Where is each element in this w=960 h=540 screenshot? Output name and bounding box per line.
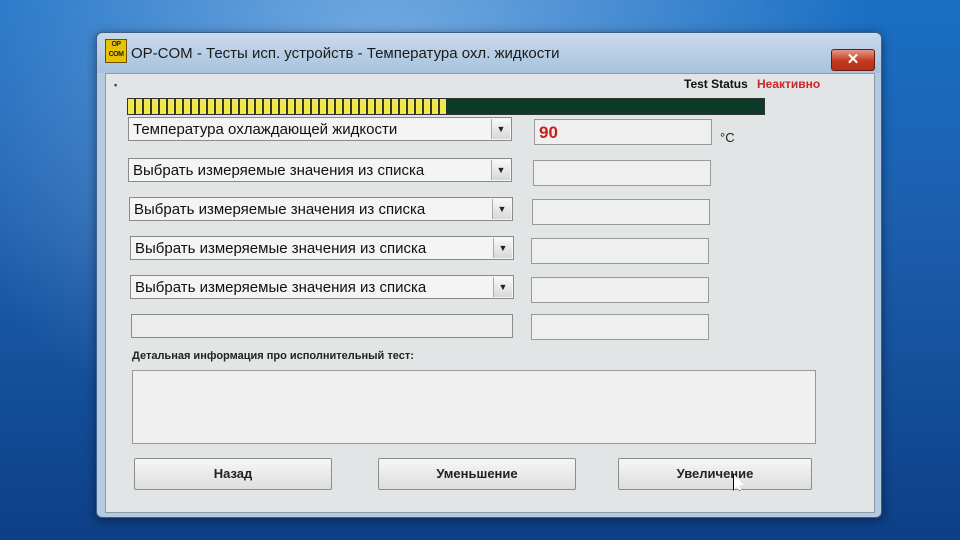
chevron-down-icon[interactable]: ▼ [493,277,512,297]
close-button[interactable]: ✕ [831,49,875,71]
measure-value-4 [531,238,709,264]
measure-select-label: Выбрать измеряемые значения из списка [134,201,426,218]
measure-select-1[interactable]: Температура охлаждающей жидкости ▼ [128,117,512,141]
window-title: OP-COM - Тесты исп. устройств - Температ… [131,45,560,62]
measure-select-2[interactable]: Выбрать измеряемые значения из списка ▼ [128,158,512,182]
measure-select-4[interactable]: Выбрать измеряемые значения из списка ▼ [130,236,514,260]
client-area: ▪ Test Status Неактивно Температура охла… [105,73,875,513]
test-status-label: Test Status [684,77,748,91]
close-icon: ✕ [846,51,860,68]
measure-select-label: Выбрать измеряемые значения из списка [135,279,427,296]
info-textbox[interactable] [132,370,816,444]
chevron-down-icon[interactable]: ▼ [491,119,510,139]
unit-label: °C [720,130,735,145]
measure-select-3[interactable]: Выбрать измеряемые значения из списка ▼ [129,197,513,221]
back-button[interactable]: Назад [134,458,332,490]
opcom-icon: OP COM [105,39,127,63]
measure-select-5[interactable]: Выбрать измеряемые значения из списка ▼ [130,275,514,299]
progress-fill [128,99,446,114]
chevron-down-icon[interactable]: ▼ [491,160,510,180]
opcom-window: OP COM OP-COM - Тесты исп. устройств - Т… [96,32,882,518]
decrease-button[interactable]: Уменьшение [378,458,576,490]
progress-bar [127,98,765,115]
test-status-value: Неактивно [757,77,821,91]
empty-field [131,314,513,338]
measure-value-text: 90 [539,123,558,142]
measure-value-2 [533,160,711,186]
increase-button[interactable]: Увеличение [618,458,812,490]
measure-value-3 [532,199,710,225]
chevron-down-icon[interactable]: ▼ [493,238,512,258]
measure-value-5 [531,277,709,303]
measure-value-1: 90 [534,119,712,145]
empty-value-field [531,314,709,340]
measure-select-label: Температура охлаждающей жидкости [133,121,398,138]
measure-select-label: Выбрать измеряемые значения из списка [133,162,425,179]
title-bar[interactable]: OP COM OP-COM - Тесты исп. устройств - Т… [97,33,881,73]
measure-select-label: Выбрать измеряемые значения из списка [135,240,427,257]
chevron-down-icon[interactable]: ▼ [492,199,511,219]
system-menu-dot: ▪ [114,80,118,90]
info-label: Детальная информация про исполнительный … [132,350,414,362]
